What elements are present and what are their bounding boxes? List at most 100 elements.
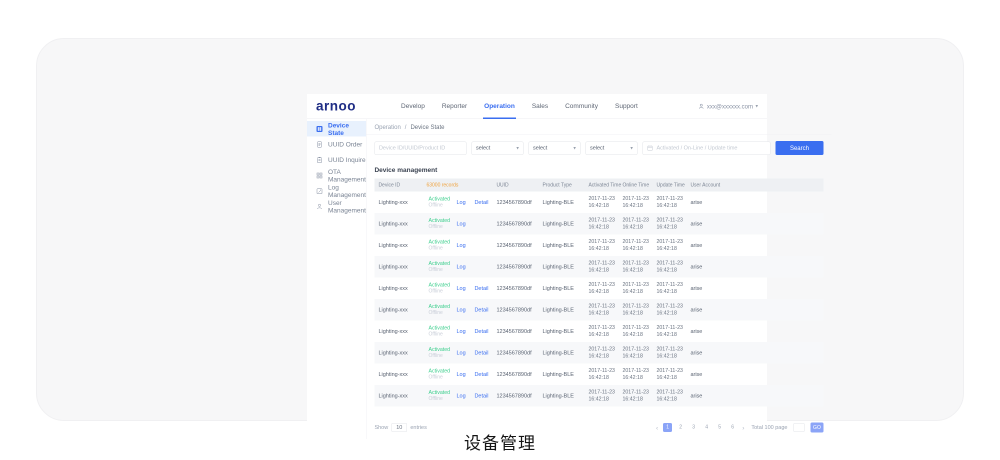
backdrop-card: arnoo Develop Reporter Operation Sales C… (36, 38, 964, 421)
log-link[interactable]: Log (456, 242, 465, 248)
user-account-cell: arise (686, 221, 723, 227)
table-row: Lighting-xxx Activated Offline Log Detai… (374, 342, 823, 364)
filter-select-1[interactable]: select ▾ (471, 141, 523, 155)
status-cell: Activated Offline (422, 389, 452, 402)
online-time-cell: 2017-11-2316:42:18 (618, 367, 652, 381)
sidebar-item-device-state[interactable]: Device State (307, 121, 366, 137)
log-cell: Log (452, 221, 470, 227)
sidebar-item-ota-management[interactable]: OTA Management (307, 168, 366, 184)
activated-time-cell: 2017-11-2316:42:18 (584, 346, 618, 360)
log-link[interactable]: Log (456, 221, 465, 227)
log-cell: Log (452, 307, 470, 313)
table-row: Lighting-xxx Activated Offline Log Detai… (374, 278, 823, 300)
user-menu[interactable]: xxx@xxxxxx.com ▾ (698, 103, 758, 110)
sidebar-item-uuid-inquire[interactable]: UUID Inquire (307, 152, 366, 168)
online-time-cell: 2017-11-2316:42:18 (618, 346, 652, 360)
table-row: Lighting-xxx Activated Offline Log Detai… (374, 321, 823, 343)
detail-cell: Detail (470, 199, 492, 205)
uuid-cell: 1234567890df (492, 307, 538, 313)
online-time-cell: 2017-11-2316:42:18 (618, 303, 652, 317)
search-button[interactable]: Search (775, 141, 823, 155)
activated-time-cell: 2017-11-2316:42:18 (584, 217, 618, 231)
product-type-cell: Lighting-BLE (538, 307, 584, 313)
sidebar-item-label: User Management (328, 199, 366, 214)
main-nav: Develop Reporter Operation Sales Communi… (400, 94, 639, 119)
log-cell: Log (452, 199, 470, 205)
status-offline: Offline (428, 310, 452, 316)
detail-link[interactable]: Detail (474, 350, 488, 356)
online-time-cell: 2017-11-2316:42:18 (618, 260, 652, 274)
online-time-cell: 2017-11-2316:42:18 (618, 238, 652, 252)
filter-bar: select ▾ select ▾ select ▾ (374, 141, 823, 155)
update-time-cell: 2017-11-2316:42:18 (652, 260, 686, 274)
nav-develop[interactable]: Develop (400, 94, 426, 119)
status-cell: Activated Offline (422, 260, 452, 273)
date-range-input[interactable]: Activated / On-Line / Update time (642, 141, 770, 155)
filter-select-2[interactable]: select ▾ (528, 141, 580, 155)
device-id-cell: Lighting-xxx (374, 242, 422, 248)
filter-select-3[interactable]: select ▾ (585, 141, 637, 155)
device-id-cell: Lighting-xxx (374, 371, 422, 377)
sidebar-item-label: OTA Management (328, 168, 366, 183)
status-offline: Offline (428, 331, 452, 337)
user-account-cell: arise (686, 350, 723, 356)
product-type-cell: Lighting-BLE (538, 221, 584, 227)
detail-link[interactable]: Detail (474, 199, 488, 205)
log-link[interactable]: Log (456, 393, 465, 399)
nav-community[interactable]: Community (564, 94, 599, 119)
nav-reporter[interactable]: Reporter (441, 94, 468, 119)
col-user-account: User Account (686, 182, 723, 188)
detail-link[interactable]: Detail (474, 307, 488, 313)
nav-operation[interactable]: Operation (483, 94, 516, 119)
detail-link[interactable]: Detail (474, 371, 488, 377)
table-row: Lighting-xxx Activated Offline Log 12345… (374, 213, 823, 235)
date-placeholder: Activated / On-Line / Update time (656, 145, 737, 151)
online-time-cell: 2017-11-2316:42:18 (618, 389, 652, 403)
detail-link[interactable]: Detail (474, 328, 488, 334)
user-account-cell: arise (686, 242, 723, 248)
activated-time-cell: 2017-11-2316:42:18 (584, 324, 618, 338)
top-bar: arnoo Develop Reporter Operation Sales C… (307, 94, 767, 119)
online-time-cell: 2017-11-2316:42:18 (618, 195, 652, 209)
log-link[interactable]: Log (456, 371, 465, 377)
detail-link[interactable]: Detail (474, 393, 488, 399)
log-link[interactable]: Log (456, 328, 465, 334)
log-link[interactable]: Log (456, 199, 465, 205)
status-cell: Activated Offline (422, 303, 452, 316)
nav-support[interactable]: Support (614, 94, 639, 119)
breadcrumb-operation[interactable]: Operation (374, 123, 400, 130)
log-link[interactable]: Log (456, 285, 465, 291)
user-icon (316, 203, 323, 210)
col-update-time: Update Time (652, 182, 686, 188)
select-value: select (533, 145, 547, 151)
sidebar-item-uuid-order[interactable]: UUID Order (307, 137, 366, 153)
status-offline: Offline (428, 288, 452, 294)
activated-time-cell: 2017-11-2316:42:18 (584, 260, 618, 274)
status-cell: Activated Offline (422, 368, 452, 381)
user-account-cell: arise (686, 285, 723, 291)
status-offline: Offline (428, 374, 452, 380)
table-body: Lighting-xxx Activated Offline Log Detai… (374, 192, 823, 407)
device-search-input[interactable] (374, 141, 466, 155)
activated-time-cell: 2017-11-2316:42:18 (584, 281, 618, 295)
breadcrumb-separator: / (405, 123, 407, 130)
calendar-icon (647, 145, 653, 151)
log-link[interactable]: Log (456, 307, 465, 313)
nav-sales[interactable]: Sales (531, 94, 549, 119)
sidebar-item-log-management[interactable]: Log Management (307, 183, 366, 199)
detail-link[interactable]: Detail (474, 285, 488, 291)
select-value: select (476, 145, 490, 151)
log-link[interactable]: Log (456, 264, 465, 270)
status-cell: Activated Offline (422, 239, 452, 252)
product-type-cell: Lighting-BLE (538, 350, 584, 356)
sidebar-item-user-management[interactable]: User Management (307, 199, 366, 215)
col-activated-time: Activated Time (584, 182, 618, 188)
col-device-id: Device ID (374, 182, 422, 188)
sidebar: Device State UUID Order UU (307, 119, 366, 439)
log-link[interactable]: Log (456, 350, 465, 356)
breadcrumb-device-state: Device State (410, 123, 444, 130)
activated-time-cell: 2017-11-2316:42:18 (584, 195, 618, 209)
status-cell: Activated Offline (422, 196, 452, 209)
detail-cell: Detail (470, 393, 492, 399)
uuid-cell: 1234567890df (492, 328, 538, 334)
